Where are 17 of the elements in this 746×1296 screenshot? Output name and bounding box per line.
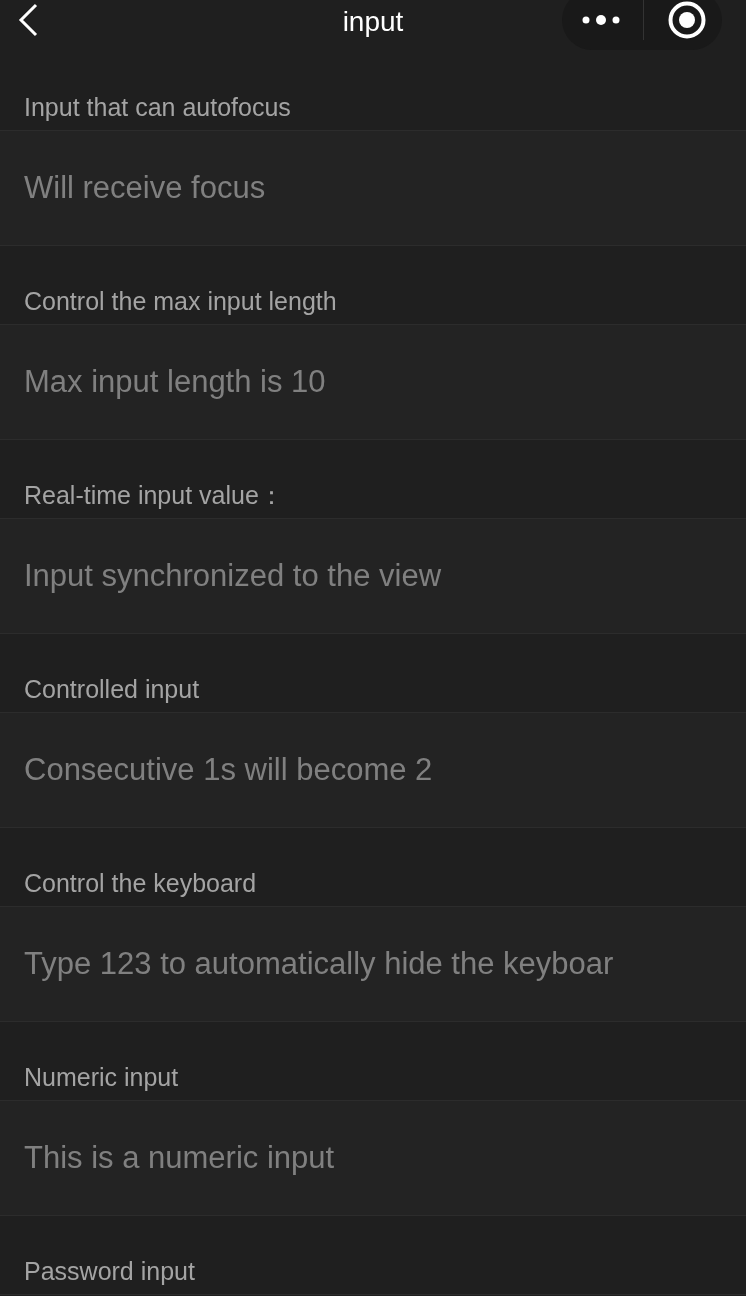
input-field[interactable]: Will receive focus bbox=[0, 131, 746, 246]
input-field[interactable]: This is a numeric input bbox=[0, 1101, 746, 1216]
section-label: Input that can autofocus bbox=[24, 92, 291, 122]
section-label: Real-time input value： bbox=[24, 480, 284, 510]
more-icon[interactable] bbox=[581, 14, 620, 26]
page-title: input bbox=[342, 6, 404, 38]
section-label: Controlled input bbox=[24, 674, 200, 704]
back-icon[interactable] bbox=[18, 3, 38, 37]
section-label: Password input bbox=[24, 1256, 195, 1286]
section-label: Control the max input length bbox=[24, 286, 337, 316]
input-field[interactable]: Input synchronized to the view bbox=[0, 519, 746, 634]
input-field[interactable]: Consecutive 1s will become 2 bbox=[0, 713, 746, 828]
section-label: Control the keyboard bbox=[24, 868, 257, 898]
input-field[interactable]: Type 123 to automatically hide the keyboar bbox=[0, 907, 746, 1022]
target-icon[interactable] bbox=[668, 1, 707, 39]
section-label: Numeric input bbox=[24, 1062, 179, 1092]
input-field[interactable]: Max input length is 10 bbox=[0, 325, 746, 440]
